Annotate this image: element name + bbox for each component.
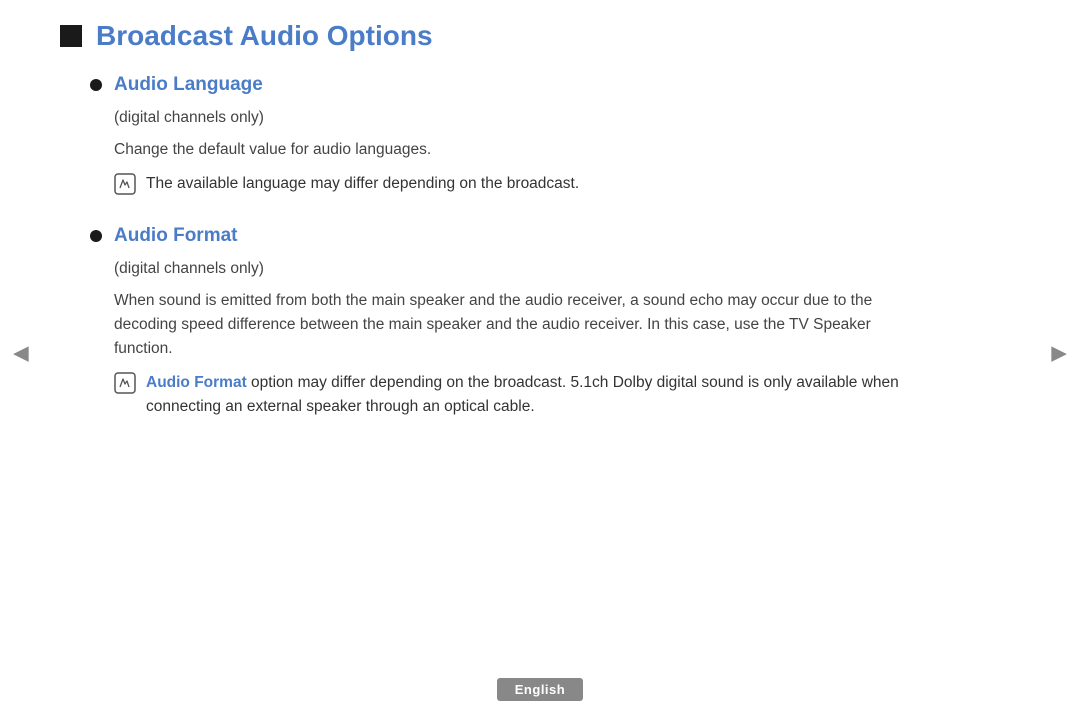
audio-format-title: Audio Format <box>114 225 238 247</box>
audio-format-note-text: option may differ depending on the broad… <box>146 374 899 415</box>
note-pencil-icon <box>114 173 136 201</box>
language-badge[interactable]: English <box>497 678 583 701</box>
bullet-dot-icon <box>90 79 102 91</box>
audio-format-note-row: Audio Format option may differ depending… <box>114 371 900 419</box>
audio-language-note: The available language may differ depend… <box>146 172 579 196</box>
right-nav-arrow[interactable]: ► <box>1046 337 1072 368</box>
audio-language-digital-only: (digital channels only) <box>114 106 900 130</box>
audio-language-note-row: The available language may differ depend… <box>114 172 900 201</box>
audio-format-note-highlight: Audio Format <box>146 374 247 391</box>
main-content: Broadcast Audio Options Audio Language (… <box>0 0 980 463</box>
audio-format-description: When sound is emitted from both the main… <box>114 289 900 361</box>
audio-language-body: (digital channels only) Change the defau… <box>114 106 900 201</box>
page-title: Broadcast Audio Options <box>96 20 433 52</box>
left-nav-arrow[interactable]: ◄ <box>8 337 34 368</box>
title-square-icon <box>60 25 82 47</box>
audio-format-note: Audio Format option may differ depending… <box>146 371 900 419</box>
audio-format-body: (digital channels only) When sound is em… <box>114 257 900 419</box>
audio-format-digital-only: (digital channels only) <box>114 257 900 281</box>
audio-format-header: Audio Format <box>90 225 900 247</box>
audio-language-section: Audio Language (digital channels only) C… <box>90 74 900 201</box>
bullet-dot-icon-2 <box>90 230 102 242</box>
page-title-row: Broadcast Audio Options <box>60 20 900 52</box>
footer: English <box>0 673 1080 705</box>
audio-format-section: Audio Format (digital channels only) Whe… <box>90 225 900 419</box>
note-pencil-icon-2 <box>114 372 136 400</box>
audio-language-header: Audio Language <box>90 74 900 96</box>
audio-language-title: Audio Language <box>114 74 263 96</box>
audio-language-description: Change the default value for audio langu… <box>114 138 900 162</box>
